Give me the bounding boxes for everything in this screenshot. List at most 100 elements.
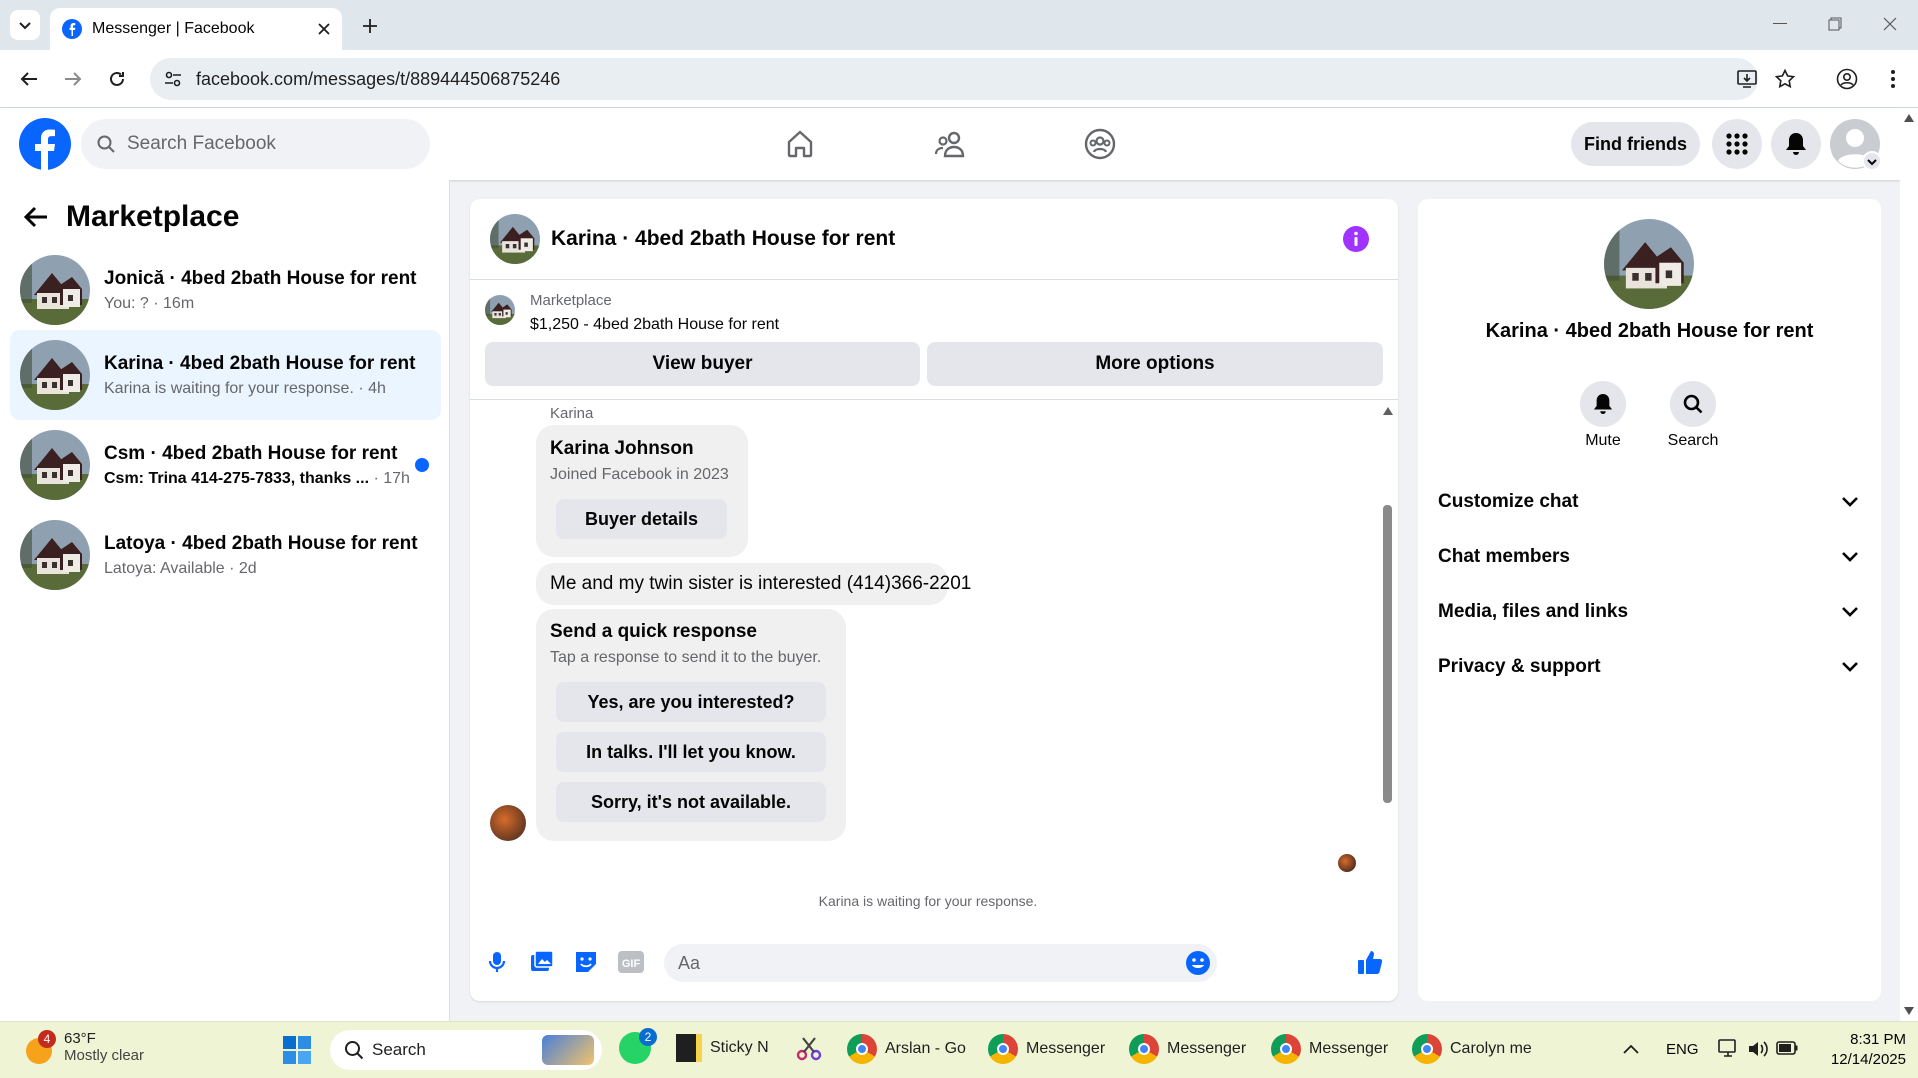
- menu-grid-button[interactable]: [1712, 119, 1762, 169]
- mute-button[interactable]: [1580, 381, 1626, 427]
- details-section-row[interactable]: Media, files and links: [1438, 587, 1858, 637]
- conversation-item[interactable]: Jonică · 4bed 2bath House for rent You: ?…: [10, 245, 441, 335]
- tab-search-button[interactable]: [10, 10, 40, 40]
- photo-icon[interactable]: [529, 949, 555, 975]
- message-input[interactable]: Aa: [664, 944, 1217, 982]
- arrow-left-icon[interactable]: [24, 206, 48, 228]
- weather-condition: Mostly clear: [64, 1047, 145, 1064]
- plus-icon: [363, 19, 377, 33]
- close-icon: [1883, 17, 1897, 31]
- scroll-down-icon[interactable]: [1904, 1007, 1914, 1015]
- reload-button[interactable]: [100, 62, 134, 96]
- message-text: Me and my twin sister is interested (414…: [550, 573, 972, 594]
- taskbar-search[interactable]: Search: [330, 1030, 602, 1070]
- facebook-logo[interactable]: [19, 118, 71, 170]
- clock-time: 8:31 PM: [1850, 1031, 1906, 1048]
- back-button[interactable]: [12, 62, 46, 96]
- menu-button[interactable]: [1876, 62, 1910, 96]
- close-window-button[interactable]: [1870, 10, 1910, 38]
- start-button[interactable]: [282, 1035, 312, 1065]
- house-listing-thumbnail: [20, 340, 90, 410]
- taskbar-app-messenger[interactable]: Messenger: [1271, 1034, 1388, 1064]
- forward-button[interactable]: [56, 62, 90, 96]
- quick-response-option[interactable]: In talks. I'll let you know.: [556, 732, 826, 772]
- page-scrollbar[interactable]: [1900, 108, 1918, 1021]
- chrome-icon: [847, 1034, 877, 1064]
- search-in-chat-button[interactable]: [1670, 381, 1716, 427]
- taskbar-app-sticky-notes[interactable]: Sticky N: [676, 1034, 769, 1062]
- chat-title[interactable]: Karina · 4bed 2bath House for rent: [551, 227, 895, 251]
- minimize-button[interactable]: [1760, 10, 1800, 38]
- site-info-icon[interactable]: [164, 70, 182, 88]
- taskbar-app-carolyn[interactable]: Carolyn me: [1412, 1034, 1532, 1064]
- scroll-up-icon[interactable]: [1383, 407, 1393, 415]
- install-app-button[interactable]: [1730, 62, 1764, 96]
- sticker-icon[interactable]: [573, 949, 599, 975]
- listing-thumbnail[interactable]: [485, 295, 515, 325]
- conversation-preview-line: Latoya: Available · 2d: [104, 560, 441, 578]
- chat-header-avatar[interactable]: [490, 214, 540, 264]
- conversation-item[interactable]: Latoya · 4bed 2bath House for rent Latoya…: [10, 510, 441, 600]
- quick-response-option[interactable]: Yes, are you interested?: [556, 682, 826, 722]
- tab-title: Messenger | Facebook: [92, 20, 255, 37]
- scrollbar-thumb[interactable]: [1383, 505, 1392, 803]
- search-placeholder: Search Facebook: [127, 133, 276, 154]
- nav-groups[interactable]: [1060, 118, 1140, 170]
- clock-date: 12/14/2025: [1830, 1051, 1906, 1068]
- taskbar-app-messenger[interactable]: Messenger: [988, 1034, 1105, 1064]
- find-friends-button[interactable]: Find friends: [1571, 122, 1700, 166]
- profile-icon: [1836, 68, 1858, 90]
- notifications-button[interactable]: [1771, 119, 1821, 169]
- quick-response-option[interactable]: Sorry, it's not available.: [556, 782, 826, 822]
- minimize-icon: [1773, 23, 1787, 24]
- listing-detail[interactable]: $1,250 - 4bed 2bath House for rent: [530, 316, 779, 334]
- microphone-icon[interactable]: [484, 949, 510, 975]
- restore-button[interactable]: [1815, 10, 1855, 38]
- account-avatar[interactable]: [1830, 119, 1882, 171]
- whatsapp-app[interactable]: 2: [619, 1028, 657, 1066]
- language-indicator[interactable]: ENG: [1666, 1041, 1699, 1058]
- taskbar-app-chrome[interactable]: Arslan - Go: [847, 1034, 966, 1064]
- more-options-button[interactable]: More options: [927, 342, 1383, 386]
- chevron-up-icon[interactable]: [1623, 1044, 1639, 1054]
- chevron-down-icon: [1842, 497, 1858, 507]
- bell-icon: [1593, 394, 1613, 414]
- browser-tab[interactable]: Messenger | Facebook: [50, 8, 342, 50]
- sender-name: Karina: [550, 405, 594, 422]
- bookmark-button[interactable]: [1768, 62, 1802, 96]
- view-buyer-button[interactable]: View buyer: [485, 342, 920, 386]
- sender-avatar[interactable]: [490, 805, 526, 841]
- url-bar[interactable]: facebook.com/messages/t/889444506875246: [150, 58, 1758, 100]
- details-section-row[interactable]: Chat members: [1438, 532, 1858, 582]
- details-section-row[interactable]: Privacy & support: [1438, 642, 1858, 692]
- snipping-tool-app[interactable]: [795, 1034, 825, 1064]
- new-tab-button[interactable]: [356, 12, 384, 40]
- nav-home[interactable]: [760, 118, 840, 170]
- chat-scrollbar[interactable]: [1380, 405, 1394, 923]
- taskbar-app-messenger[interactable]: Messenger: [1129, 1034, 1246, 1064]
- chrome-icon: [1129, 1034, 1159, 1064]
- nav-friends[interactable]: [910, 118, 990, 170]
- taskbar-app-label: Arslan - Go: [885, 1040, 966, 1057]
- conversation-item[interactable]: Karina · 4bed 2bath House for rent Karina…: [10, 330, 441, 420]
- battery-icon[interactable]: [1776, 1041, 1798, 1055]
- facebook-search-input[interactable]: Search Facebook: [81, 119, 430, 169]
- house-listing-thumbnail: [485, 295, 515, 325]
- weather-widget[interactable]: 4 63°F Mostly clear: [22, 1030, 144, 1064]
- scroll-up-icon[interactable]: [1904, 114, 1914, 122]
- clock[interactable]: 8:31 PM 12/14/2025: [1812, 1030, 1906, 1070]
- network-icon[interactable]: [1718, 1039, 1740, 1059]
- close-tab-icon[interactable]: [318, 23, 330, 35]
- buyer-details-button[interactable]: Buyer details: [556, 499, 727, 539]
- gif-icon[interactable]: GIF: [618, 951, 644, 973]
- default-avatar-icon: [1830, 119, 1882, 171]
- emoji-icon[interactable]: [1186, 951, 1210, 975]
- details-section-row[interactable]: Customize chat: [1438, 477, 1858, 527]
- conversation-item[interactable]: Csm · 4bed 2bath House for rent Csm: Trin…: [10, 420, 441, 510]
- install-icon: [1737, 70, 1757, 88]
- volume-icon[interactable]: [1747, 1039, 1769, 1059]
- profile-button[interactable]: [1830, 62, 1864, 96]
- details-avatar[interactable]: [1604, 219, 1694, 309]
- info-icon[interactable]: [1343, 226, 1369, 252]
- like-icon[interactable]: [1356, 948, 1384, 976]
